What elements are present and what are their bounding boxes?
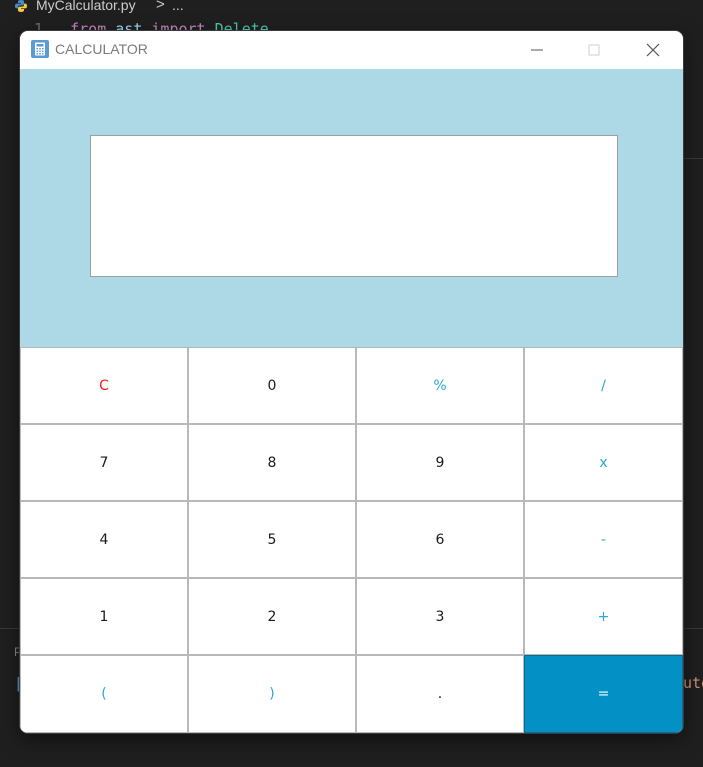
calculator-window: CALCULATOR C 0%/ 7 8 9 x 4 5 6- 1 2 3 + (). = [20,31,683,733]
open-paren-button[interactable]: ( [20,655,188,733]
digit-3-button[interactable]: 3 [356,578,524,655]
close-paren-button[interactable]: ) [188,655,356,733]
digit-5-button[interactable]: 5 [188,501,356,578]
digit-4-button[interactable]: 4 [20,501,188,578]
multiply-button[interactable]: x [524,424,683,501]
editor-divider [683,158,703,159]
equals-button[interactable]: = [524,655,683,733]
divide-button[interactable]: / [524,347,683,424]
breadcrumb-file[interactable]: MyCalculator.py [36,0,136,13]
close-icon [646,43,660,57]
clear-button[interactable]: C [20,347,188,424]
breadcrumb-separator: > [156,0,165,13]
editor-breadcrumb: MyCalculator.py > ... [0,0,703,18]
digit-0-button[interactable]: 0 [188,347,356,424]
calculator-app-icon [31,40,49,58]
close-button[interactable] [630,31,676,69]
maximize-button[interactable] [571,31,617,69]
digit-9-button[interactable]: 9 [356,424,524,501]
calculator-display[interactable] [90,135,618,277]
display-area [20,69,683,347]
breadcrumb-more[interactable]: ... [172,0,184,13]
title-bar[interactable]: CALCULATOR [20,31,683,69]
add-button[interactable]: + [524,578,683,655]
panel-output-tail: ute [683,674,703,692]
digit-2-button[interactable]: 2 [188,578,356,655]
digit-6-button[interactable]: 6 [356,501,524,578]
digit-8-button[interactable]: 8 [188,424,356,501]
maximize-icon [588,44,600,56]
keypad: C 0%/ 7 8 9 x 4 5 6- 1 2 3 + (). = [20,347,683,733]
decimal-button[interactable]: . [356,655,524,733]
python-file-icon [15,0,27,12]
subtract-button[interactable]: - [524,501,683,578]
digit-7-button[interactable]: 7 [20,424,188,501]
minimize-button[interactable] [514,31,560,69]
window-title: CALCULATOR [55,41,148,57]
minimize-icon [531,49,543,51]
percent-button[interactable]: % [356,347,524,424]
digit-1-button[interactable]: 1 [20,578,188,655]
